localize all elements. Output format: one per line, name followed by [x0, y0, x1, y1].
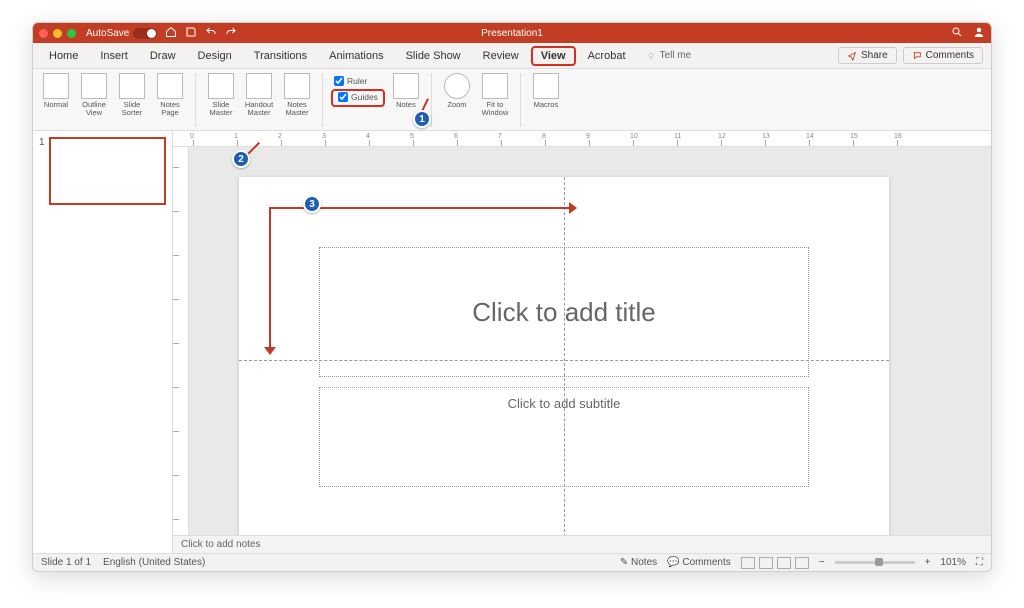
view-handout-master[interactable]: Handout Master [242, 73, 276, 117]
language-status[interactable]: English (United States) [103, 557, 205, 568]
guides-check[interactable] [338, 92, 348, 102]
fit-to-window-button[interactable]: Fit to Window [478, 73, 512, 117]
status-bar: Slide 1 of 1 English (United States) ✎ N… [33, 553, 991, 571]
reading-view-btn[interactable] [777, 557, 791, 569]
tell-me-search[interactable]: Tell me [646, 50, 692, 61]
view-slide-sorter[interactable]: Slide Sorter [115, 73, 149, 117]
thumbnail-1[interactable]: 1 [39, 137, 166, 205]
notes-pane[interactable]: Click to add notes [173, 535, 991, 553]
close-window-button[interactable] [39, 29, 48, 38]
comments-toggle[interactable]: 💬 Comments [667, 557, 731, 568]
normal-view-btn[interactable] [741, 557, 755, 569]
vertical-ruler[interactable] [173, 147, 189, 535]
tab-insert[interactable]: Insert [90, 47, 138, 65]
tab-review[interactable]: Review [473, 47, 529, 65]
undo-icon[interactable] [205, 26, 217, 41]
arrowhead-down-icon [264, 347, 276, 355]
zoom-slider[interactable] [835, 561, 915, 564]
view-outline[interactable]: Outline View [77, 73, 111, 117]
titlebar-right [951, 26, 985, 41]
view-notes-page[interactable]: Notes Page [153, 73, 187, 117]
subtitle-placeholder-text: Click to add subtitle [508, 396, 621, 411]
workspace: 1 012345678910111213141516 Click to add … [33, 131, 991, 553]
sorter-view-btn[interactable] [759, 557, 773, 569]
tab-draw[interactable]: Draw [140, 47, 186, 65]
slide-position: Slide 1 of 1 [41, 557, 91, 568]
notes-toggle[interactable]: ✎ Notes [620, 557, 657, 568]
tab-home[interactable]: Home [39, 47, 88, 65]
horizontal-ruler[interactable]: 012345678910111213141516 [173, 131, 991, 147]
tell-me-label: Tell me [660, 50, 692, 61]
thumbnail-preview[interactable] [49, 137, 166, 205]
tab-acrobat[interactable]: Acrobat [578, 47, 636, 65]
title-placeholder[interactable]: Click to add title [319, 247, 809, 377]
macros-button[interactable]: Macros [529, 73, 563, 109]
zoom-in-button[interactable]: + [925, 557, 931, 568]
save-icon[interactable] [185, 26, 197, 41]
slideshow-view-btn[interactable] [795, 557, 809, 569]
comment-icon [912, 51, 922, 61]
redo-icon[interactable] [225, 26, 237, 41]
account-icon[interactable] [973, 26, 985, 41]
callout-badge-2: 2 [232, 150, 250, 168]
show-group: Ruler Guides [331, 73, 385, 107]
tab-view[interactable]: View [531, 46, 576, 66]
tab-design[interactable]: Design [188, 47, 242, 65]
tab-animations[interactable]: Animations [319, 47, 393, 65]
callout-badge-1: 1 [413, 110, 431, 128]
maximize-window-button[interactable] [67, 29, 76, 38]
share-button[interactable]: Share [838, 47, 897, 64]
zoom-button[interactable]: Zoom [440, 73, 474, 109]
toggle-switch[interactable] [133, 28, 157, 39]
subtitle-placeholder[interactable]: Click to add subtitle [319, 387, 809, 487]
callout-badge-3: 3 [303, 195, 321, 213]
view-mode-buttons [741, 557, 809, 569]
ruler-checkbox[interactable]: Ruler [331, 75, 385, 87]
share-icon [847, 51, 857, 61]
guides-checkbox-highlight: Guides [331, 89, 385, 107]
home-icon[interactable] [165, 26, 177, 41]
title-placeholder-text: Click to add title [472, 297, 656, 328]
bulb-icon [646, 51, 656, 61]
view-normal[interactable]: Normal [39, 73, 73, 109]
slide-editor: 012345678910111213141516 Click to add ti… [173, 131, 991, 553]
guides-label: Guides [351, 92, 378, 102]
annotation-arrow-v [269, 207, 271, 347]
zoom-percentage[interactable]: 101% [940, 557, 966, 568]
ruler-check[interactable] [334, 76, 344, 86]
window-controls [39, 29, 76, 38]
guides-checkbox[interactable]: Guides [335, 91, 381, 103]
minimize-window-button[interactable] [53, 29, 62, 38]
autosave-label: AutoSave [86, 28, 129, 39]
view-notes-master[interactable]: Notes Master [280, 73, 314, 117]
ribbon-tabs: Home Insert Draw Design Transitions Anim… [33, 43, 991, 69]
ruler-label: Ruler [347, 76, 367, 86]
app-window: AutoSave Presentation1 Home Insert Draw … [32, 22, 992, 572]
slide-thumbnails-pane[interactable]: 1 [33, 131, 173, 553]
autosave-toggle[interactable]: AutoSave [86, 28, 157, 39]
fit-slide-button[interactable]: ⛶ [976, 557, 983, 568]
quick-access-toolbar [165, 26, 237, 41]
thumbnail-number: 1 [39, 137, 45, 205]
notes-pane-button[interactable]: Notes [389, 73, 423, 109]
slide[interactable]: Click to add title Click to add subtitle [239, 177, 889, 535]
titlebar: AutoSave Presentation1 [33, 23, 991, 43]
tab-transitions[interactable]: Transitions [244, 47, 317, 65]
arrowhead-right-icon [569, 202, 577, 214]
tabs-right: Share Comments [838, 47, 983, 64]
search-icon[interactable] [951, 26, 963, 41]
zoom-out-button[interactable]: − [819, 557, 825, 568]
comments-label: Comments [926, 50, 974, 61]
notes-placeholder: Click to add notes [181, 539, 261, 550]
comments-button[interactable]: Comments [903, 47, 983, 64]
share-label: Share [861, 50, 888, 61]
ribbon-view: Normal Outline View Slide Sorter Notes P… [33, 69, 991, 131]
view-slide-master[interactable]: Slide Master [204, 73, 238, 117]
tab-slide-show[interactable]: Slide Show [396, 47, 471, 65]
